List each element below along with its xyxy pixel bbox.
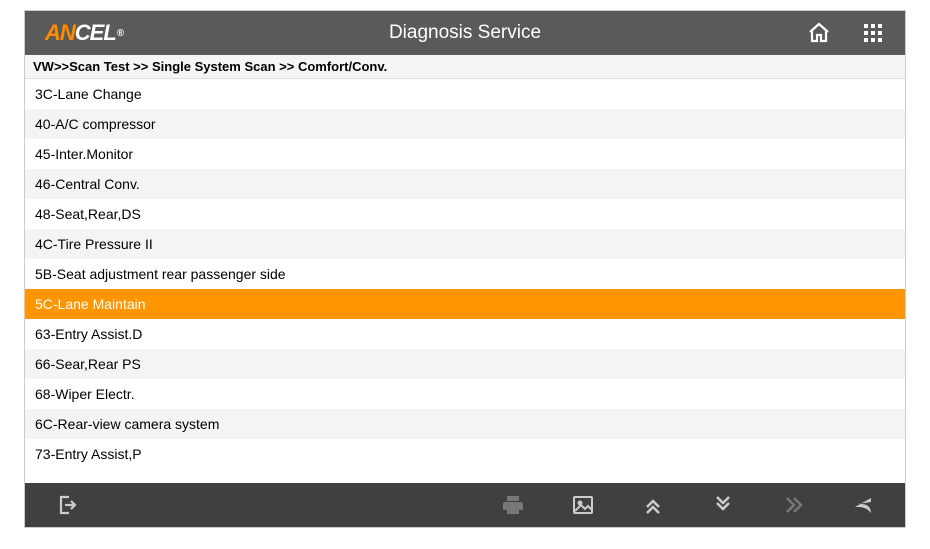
- apps-grid-icon[interactable]: [861, 21, 885, 45]
- logo-part2: CEL: [75, 20, 116, 46]
- header-icons: [807, 21, 885, 45]
- list-item[interactable]: 66-Sear,Rear PS: [25, 349, 905, 379]
- list-item[interactable]: 4C-Tire Pressure II: [25, 229, 905, 259]
- scroll-down-icon[interactable]: [711, 493, 735, 517]
- logo-registered: ®: [117, 28, 123, 39]
- logo-part1: AN: [45, 20, 75, 46]
- back-icon[interactable]: [851, 493, 875, 517]
- breadcrumb: VW>>Scan Test >> Single System Scan >> C…: [25, 55, 905, 79]
- app-frame: ANCEL® Diagnosis Service VW>>Scan Test >…: [24, 10, 906, 528]
- print-icon[interactable]: [501, 493, 525, 517]
- system-list[interactable]: 3C-Lane Change40-A/C compressor45-Inter.…: [25, 79, 905, 483]
- home-icon[interactable]: [807, 21, 831, 45]
- footer-bar: [25, 483, 905, 527]
- list-item[interactable]: 40-A/C compressor: [25, 109, 905, 139]
- exit-icon[interactable]: [55, 493, 79, 517]
- scroll-up-icon[interactable]: [641, 493, 665, 517]
- list-item[interactable]: 45-Inter.Monitor: [25, 139, 905, 169]
- forward-icon[interactable]: [781, 493, 805, 517]
- page-title: Diagnosis Service: [389, 22, 541, 44]
- list-item[interactable]: 5B-Seat adjustment rear passenger side: [25, 259, 905, 289]
- list-item[interactable]: 48-Seat,Rear,DS: [25, 199, 905, 229]
- list-item[interactable]: 73-Entry Assist,P: [25, 439, 905, 469]
- list-item[interactable]: 6C-Rear-view camera system: [25, 409, 905, 439]
- brand-logo: ANCEL®: [45, 20, 123, 46]
- header-bar: ANCEL® Diagnosis Service: [25, 11, 905, 55]
- list-item[interactable]: 3C-Lane Change: [25, 79, 905, 109]
- list-item[interactable]: 63-Entry Assist.D: [25, 319, 905, 349]
- list-item[interactable]: 68-Wiper Electr.: [25, 379, 905, 409]
- image-icon[interactable]: [571, 493, 595, 517]
- list-item[interactable]: 5C-Lane Maintain: [25, 289, 905, 319]
- list-item[interactable]: 46-Central Conv.: [25, 169, 905, 199]
